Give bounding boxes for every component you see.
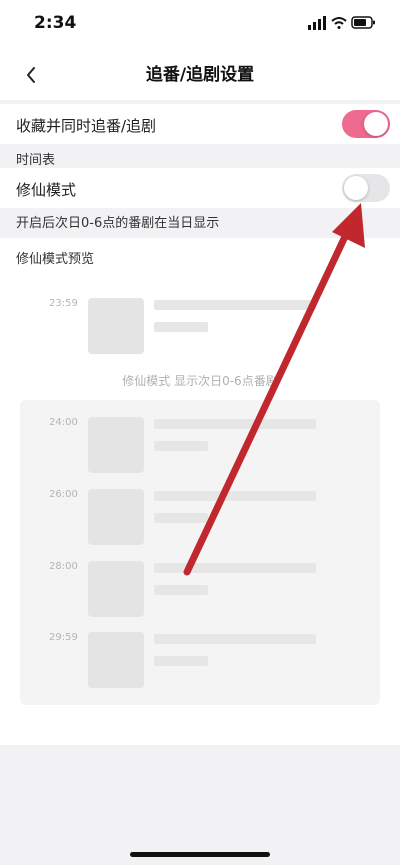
placeholder-line — [154, 656, 208, 666]
placeholder-thumbnail — [88, 632, 144, 688]
placeholder-thumbnail — [88, 298, 144, 354]
time-label: 28:00 — [49, 561, 78, 572]
placeholder-line — [154, 634, 316, 644]
collect-follow-label: 收藏并同时追番/追剧 — [16, 117, 157, 135]
placeholder-thumbnail — [88, 561, 144, 617]
placeholder-line — [154, 300, 316, 310]
mode-preview: 23:59 修仙模式 显示次日0-6点番剧 24:00 26:00 28:00 … — [0, 270, 400, 745]
toggle-knob — [344, 176, 368, 200]
status-icons — [308, 16, 375, 30]
xiuxian-mode-label: 修仙模式 — [16, 181, 77, 199]
status-bar: 2:34 — [0, 0, 400, 46]
toggle-knob — [364, 112, 388, 136]
placeholder-line — [154, 322, 208, 332]
time-label: 24:00 — [49, 417, 78, 428]
collect-follow-toggle[interactable] — [342, 110, 390, 138]
signal-icon — [308, 16, 326, 30]
time-label: 23:59 — [49, 298, 78, 309]
battery-icon — [351, 16, 375, 29]
collect-follow-row: 收藏并同时追番/追剧 — [0, 104, 400, 144]
xiuxian-mode-toggle[interactable] — [342, 174, 390, 202]
placeholder-line — [154, 441, 208, 451]
preview-title: 修仙模式预览 — [16, 252, 95, 267]
home-indicator — [130, 852, 270, 857]
wifi-icon — [331, 17, 347, 29]
status-time: 2:34 — [34, 13, 77, 33]
xiuxian-mode-row: 修仙模式 — [0, 168, 400, 208]
placeholder-line — [154, 491, 316, 501]
mode-caption: 修仙模式 显示次日0-6点番剧 — [122, 374, 278, 388]
placeholder-line — [154, 513, 208, 523]
placeholder-line — [154, 585, 208, 595]
placeholder-line — [154, 419, 316, 429]
timetable-section-label: 时间表 — [16, 153, 56, 168]
preview-header-row: 修仙模式预览 — [0, 238, 400, 270]
placeholder-thumbnail — [88, 417, 144, 473]
time-label: 29:59 — [49, 632, 78, 643]
xiuxian-mode-description: 开启后次日0-6点的番剧在当日显示 — [16, 216, 220, 231]
page-title: 追番/追剧设置 — [145, 65, 255, 85]
time-label: 26:00 — [49, 489, 78, 500]
nav-bar: 追番/追剧设置 — [0, 46, 400, 100]
placeholder-line — [154, 563, 316, 573]
placeholder-thumbnail — [88, 489, 144, 545]
